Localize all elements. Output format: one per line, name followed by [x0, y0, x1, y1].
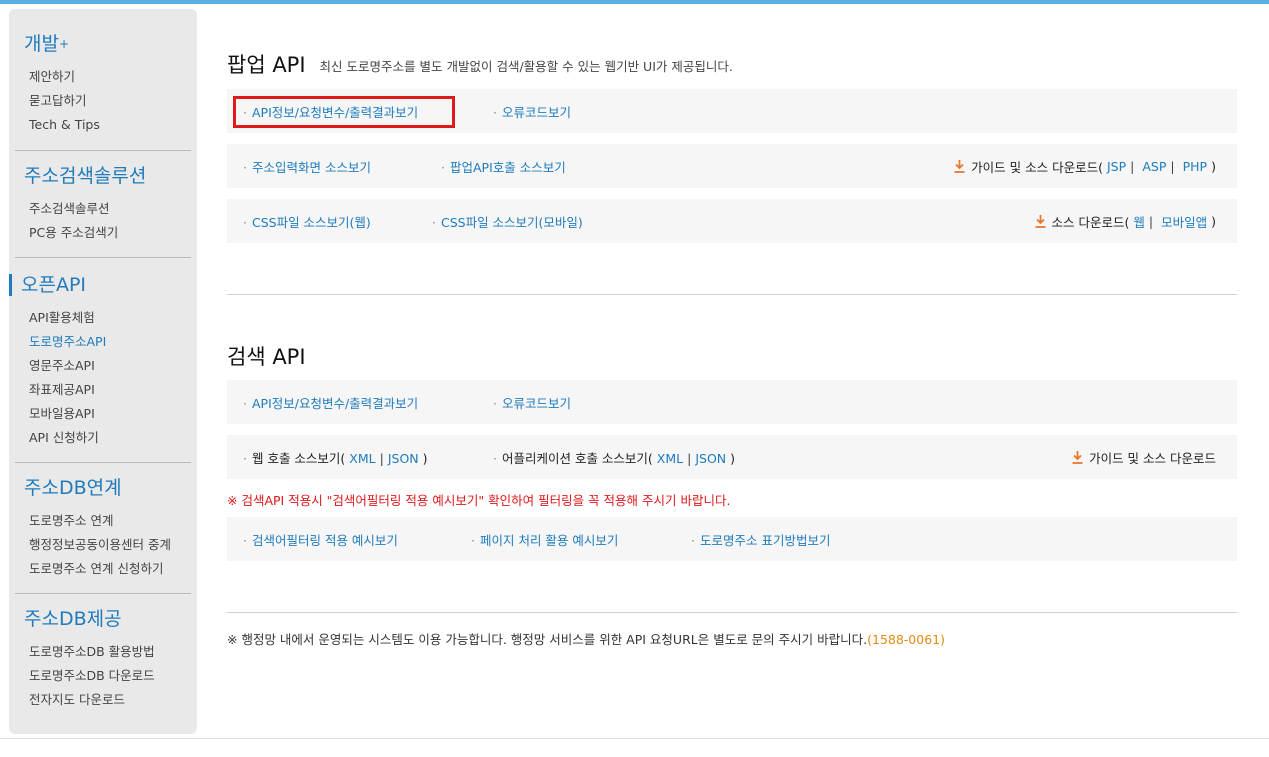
popup-row-2: · 주소입력화면 소스보기 · 팝업API호출 소스보기 가이드 및 소스 다운로드…: [227, 144, 1237, 188]
download-icon: [1035, 214, 1045, 228]
top-bar: [0, 0, 1269, 4]
popup-row-3: · CSS파일 소스보기(웹) · CSS파일 소스보기(모바일) 소스 다운로드(…: [227, 199, 1237, 243]
sidebar-group-db-provide: 주소DB제공 도로명주소DB 활용방법 도로명주소DB 다운로드 전자지도 다운…: [15, 594, 191, 722]
popup-error-code-link[interactable]: · 오류코드보기: [493, 102, 571, 121]
sidebar-item-db-download[interactable]: 도로명주소DB 다운로드: [15, 664, 191, 688]
popup-api-title: 팝업 API: [227, 53, 306, 77]
divider: [227, 612, 1237, 613]
search-row-2: · 웹 호출 소스보기( XML | JSON ) · 어플리케이션 호출 소스보기( …: [227, 435, 1237, 479]
search-api-info-link[interactable]: · API정보/요청변수/출력결과보기: [243, 393, 418, 412]
php-download-link[interactable]: PHP: [1183, 159, 1207, 174]
footer-divider: [0, 738, 1269, 739]
sidebar-title-db-link[interactable]: 주소DB연계: [15, 463, 191, 509]
sidebar-group-openapi: 오픈API API활용체험 도로명주소API 영문주소API 좌표제공API 모…: [9, 274, 191, 463]
sidebar-title-db-provide[interactable]: 주소DB제공: [15, 594, 191, 640]
sidebar-item-db-usage[interactable]: 도로명주소DB 활용방법: [15, 640, 191, 664]
filter-warning: ※ 검색API 적용시 "검색어필터링 적용 예시보기" 확인하여 필터링을 꼭…: [227, 493, 731, 508]
search-error-code-link[interactable]: · 오류코드보기: [493, 393, 571, 412]
mobile-app-download-link[interactable]: 모바일앱: [1161, 212, 1207, 231]
plus-mark: +: [58, 37, 70, 51]
phone-number: (1588-0061): [867, 632, 945, 647]
close-paren: ): [1211, 213, 1216, 229]
sidebar: 개발+ 제안하기 묻고답하기 Tech & Tips 주소검색솔루션 주소검색솔…: [9, 9, 197, 734]
search-guide-download[interactable]: 가이드 및 소스 다운로드: [1072, 448, 1216, 467]
sidebar-group-solution: 주소검색솔루션 주소검색솔루션 PC용 주소검색기: [15, 151, 191, 258]
sidebar-item-tech-tips[interactable]: Tech & Tips: [15, 113, 191, 137]
sidebar-title-openapi[interactable]: 오픈API: [9, 274, 191, 296]
download-icon: [1072, 450, 1083, 464]
sidebar-item-pc-search[interactable]: PC용 주소검색기: [15, 221, 191, 245]
sidebar-group-db-link: 주소DB연계 도로명주소 연계 행정정보공동이용센터 중계 도로명주소 연계 신…: [15, 463, 191, 594]
popup-guide-download: 가이드 및 소스 다운로드( JSP | ASP | PHP ): [954, 157, 1216, 176]
download-icon: [954, 159, 965, 173]
sidebar-item-mobile-api[interactable]: 모바일용API: [15, 402, 191, 426]
close-paren: ): [1211, 158, 1216, 174]
sidebar-item-map-download[interactable]: 전자지도 다운로드: [15, 688, 191, 712]
sidebar-item-coord-api[interactable]: 좌표제공API: [15, 378, 191, 402]
search-guide-label: 가이드 및 소스 다운로드: [1089, 450, 1216, 466]
paging-example-link[interactable]: · 페이지 처리 활용 예시보기: [471, 530, 618, 549]
css-web-source-link[interactable]: · CSS파일 소스보기(웹): [243, 212, 371, 231]
sidebar-item-qna[interactable]: 묻고답하기: [15, 89, 191, 113]
sidebar-item-api-trial[interactable]: API활용체험: [15, 306, 191, 330]
popup-api-desc: 최신 도로명주소를 별도 개발없이 검색/활용할 수 있는 웹기반 UI가 제공…: [319, 58, 733, 74]
popup-input-source-link[interactable]: · 주소입력화면 소스보기: [243, 157, 371, 176]
highlight-box: [233, 96, 455, 128]
asp-download-link[interactable]: ASP: [1142, 159, 1166, 174]
sidebar-item-propose[interactable]: 제안하기: [15, 65, 191, 89]
sidebar-item-road-api[interactable]: 도로명주소API: [15, 330, 191, 354]
sidebar-item-english-api[interactable]: 영문주소API: [15, 354, 191, 378]
app-xml-link[interactable]: XML: [657, 451, 683, 466]
sidebar-item-road-link[interactable]: 도로명주소 연계: [15, 509, 191, 533]
app-json-link[interactable]: JSON: [695, 451, 726, 466]
web-xml-link[interactable]: XML: [349, 451, 375, 466]
search-api-header: 검색 API: [227, 343, 306, 371]
sidebar-title-solution[interactable]: 주소검색솔루션: [15, 151, 191, 197]
popup-api-header: 팝업 API 최신 도로명주소를 별도 개발없이 검색/활용할 수 있는 웹기반…: [227, 51, 733, 79]
web-json-link[interactable]: JSON: [388, 451, 419, 466]
sidebar-group-dev: 개발+ 제안하기 묻고답하기 Tech & Tips: [15, 9, 191, 151]
sidebar-item-admin-relay[interactable]: 행정정보공동이용센터 중계: [15, 533, 191, 557]
divider: [227, 294, 1237, 295]
source-download-label: 소스 다운로드(: [1051, 214, 1130, 230]
popup-guide-label: 가이드 및 소스 다운로드(: [971, 159, 1103, 175]
search-api-title: 검색 API: [227, 345, 306, 369]
sidebar-title-dev[interactable]: 개발+: [15, 9, 191, 65]
popup-call-source-link[interactable]: · 팝업API호출 소스보기: [441, 157, 566, 176]
app-call-source: · 어플리케이션 호출 소스보기( XML | JSON ): [493, 450, 736, 466]
search-row-1: · API정보/요청변수/출력결과보기 · 오류코드보기: [227, 380, 1237, 424]
web-download-link[interactable]: 웹: [1133, 212, 1145, 231]
sidebar-item-api-apply[interactable]: API 신청하기: [15, 426, 191, 450]
popup-source-download: 소스 다운로드( 웹 | 모바일앱 ): [1035, 212, 1216, 231]
sidebar-item-solution[interactable]: 주소검색솔루션: [15, 197, 191, 221]
jsp-download-link[interactable]: JSP: [1107, 159, 1126, 174]
admin-network-note: ※ 행정망 내에서 운영되는 시스템도 이용 가능합니다. 행정망 서비스를 위…: [227, 632, 945, 647]
filter-example-link[interactable]: · 검색어필터링 적용 예시보기: [243, 530, 398, 549]
sidebar-item-link-apply[interactable]: 도로명주소 연계 신청하기: [15, 557, 191, 581]
search-row-3: · 검색어필터링 적용 예시보기 · 페이지 처리 활용 예시보기 · 도로명주소 표…: [227, 517, 1237, 561]
web-call-source: · 웹 호출 소스보기( XML | JSON ): [243, 450, 428, 466]
css-mobile-source-link[interactable]: · CSS파일 소스보기(모바일): [432, 212, 583, 231]
notation-guide-link[interactable]: · 도로명주소 표기방법보기: [691, 530, 830, 549]
